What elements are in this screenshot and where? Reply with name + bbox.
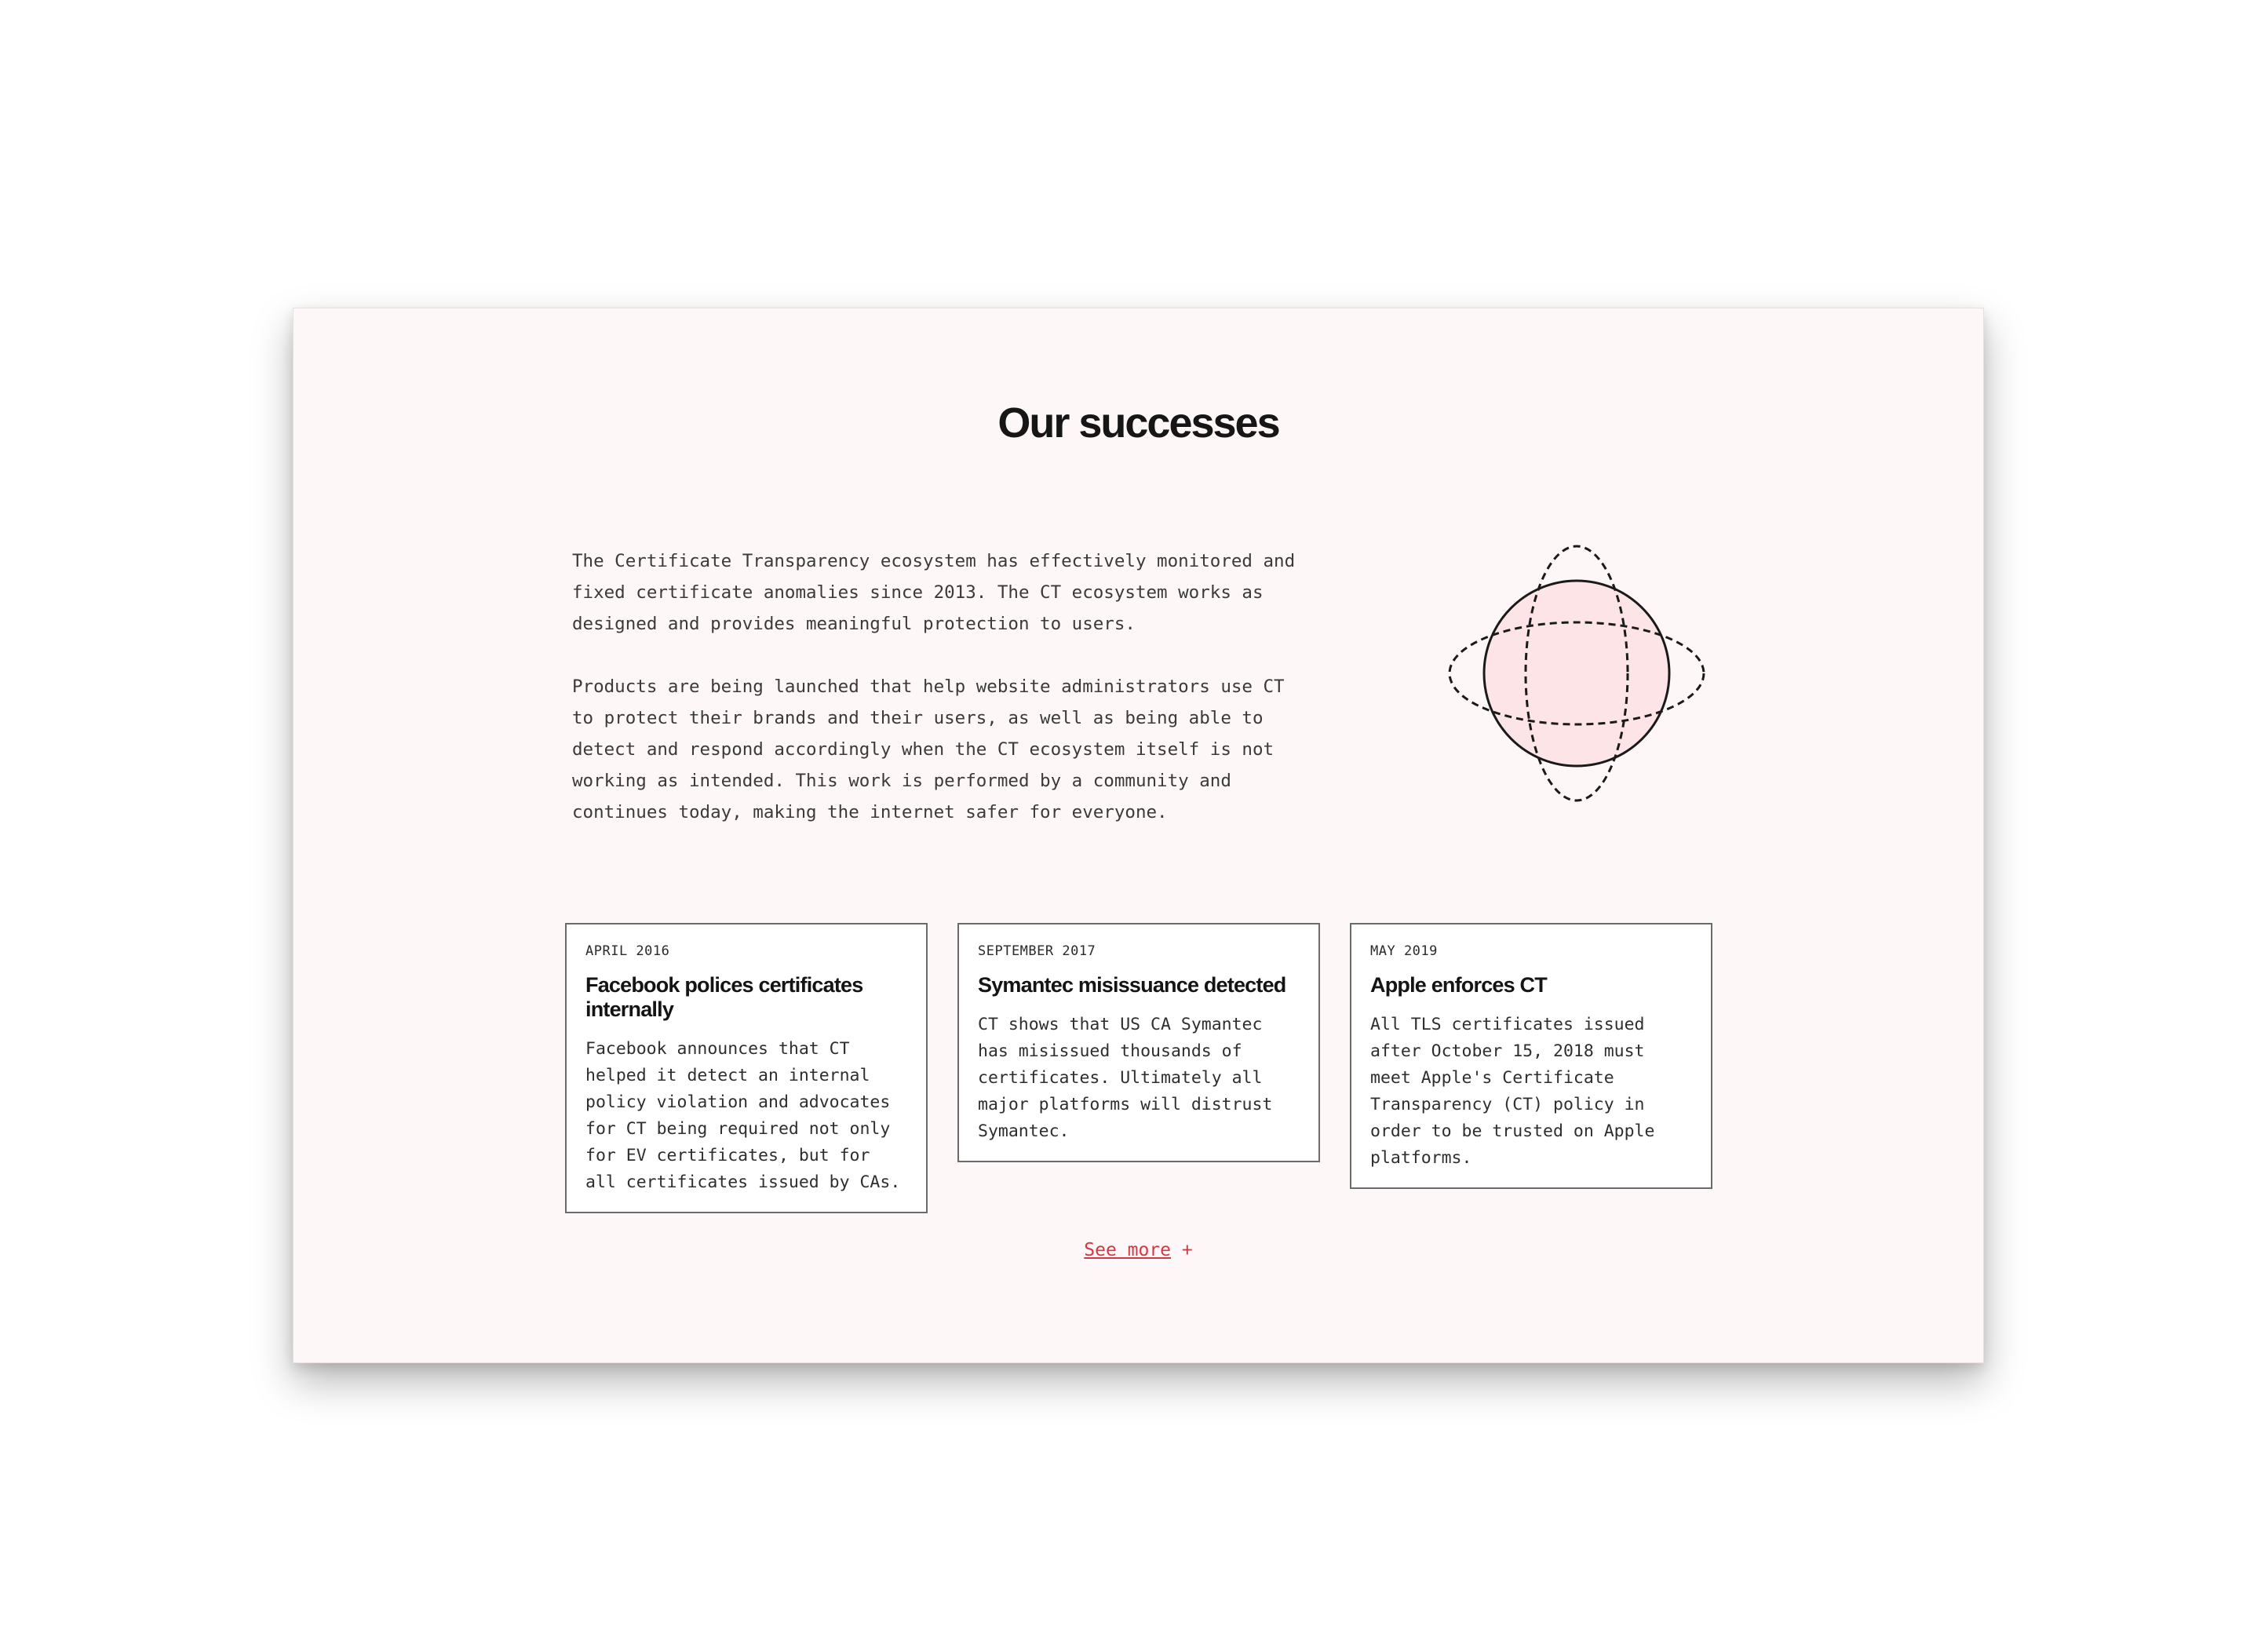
card-date: APRIL 2016 (585, 943, 670, 959)
success-cards: APRIL 2016 Facebook polices certificates… (565, 923, 1712, 1221)
success-card-symantec: SEPTEMBER 2017 Symantec misissuance dete… (957, 923, 1320, 1162)
card-title: Symantec misissuance detected (978, 973, 1286, 997)
card-body: CT shows that US CA Symantec has misissu… (978, 1015, 1273, 1141)
success-card-facebook: APRIL 2016 Facebook polices certificates… (565, 923, 928, 1213)
successes-panel: Our successes The Certificate Transparen… (293, 308, 1984, 1363)
card-date: SEPTEMBER 2017 (978, 943, 1096, 959)
intro-text: The Certificate Transparency ecosystem h… (572, 545, 1310, 859)
success-card-apple: MAY 2019 Apple enforces CT All TLS certi… (1350, 923, 1712, 1189)
globe-orbits-icon (1448, 545, 1705, 802)
plus-icon[interactable]: + (1182, 1240, 1193, 1260)
intro-paragraph-2: Products are being launched that help we… (572, 676, 1285, 822)
intro-paragraph-1: The Certificate Transparency ecosystem h… (572, 551, 1296, 634)
card-title: Facebook polices certificates internally (585, 973, 863, 1021)
card-body: All TLS certificates issued after Octobe… (1370, 1015, 1655, 1168)
see-more-link[interactable]: See more (1084, 1240, 1171, 1260)
page: Our successes The Certificate Transparen… (0, 0, 2261, 1652)
section-title: Our successes (997, 399, 1280, 447)
card-date: MAY 2019 (1370, 943, 1438, 959)
card-body: Facebook announces that CT helped it det… (585, 1039, 901, 1192)
see-more: See more + (294, 1240, 1983, 1260)
card-title: Apple enforces CT (1370, 973, 1548, 997)
